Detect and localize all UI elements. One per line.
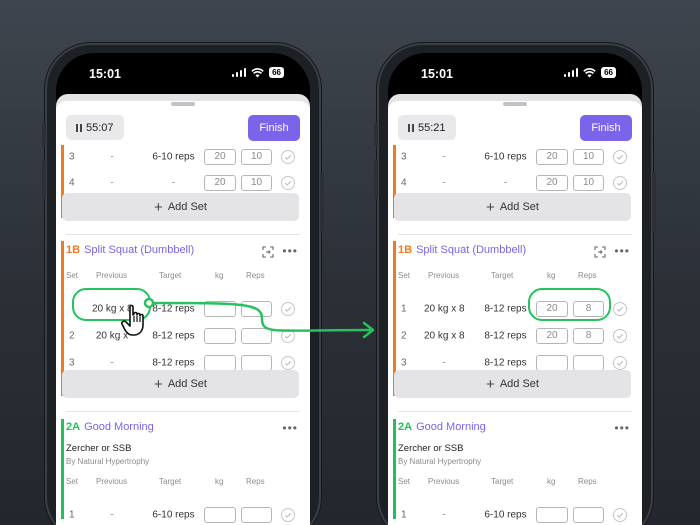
flow-start-dot xyxy=(143,297,155,309)
hand-cursor-icon xyxy=(121,304,144,336)
flow-arrow xyxy=(152,301,373,332)
annotation-overlay xyxy=(121,297,375,339)
